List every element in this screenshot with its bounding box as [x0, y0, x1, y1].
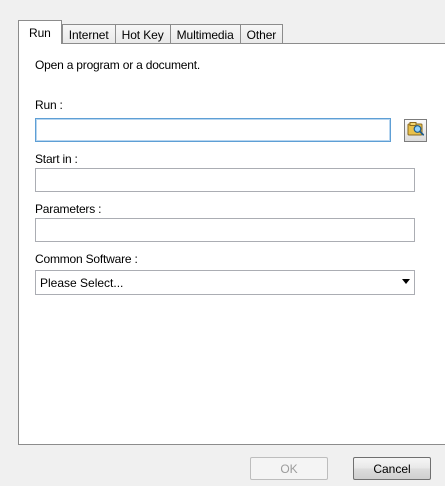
chevron-down-icon	[402, 279, 410, 284]
run-label: Run :	[35, 98, 63, 112]
folder-search-icon	[407, 121, 425, 140]
tab-other[interactable]: Other	[239, 24, 284, 44]
start-in-label: Start in :	[35, 152, 78, 166]
parameters-label: Parameters :	[35, 202, 102, 216]
tab-strip: Run Internet Hot Key Multimedia Other	[18, 20, 284, 45]
run-settings-dialog: Run Internet Hot Key Multimedia Other Op…	[0, 0, 445, 486]
common-software-selected-value: Please Select...	[40, 275, 124, 290]
cancel-button[interactable]: Cancel	[353, 457, 431, 480]
browse-button[interactable]	[404, 119, 427, 142]
common-software-label: Common Software :	[35, 252, 138, 266]
ok-button[interactable]: OK	[250, 457, 328, 480]
common-software-select[interactable]: Please Select...	[35, 270, 415, 295]
run-tab-panel: Open a program or a document. Run : Star…	[18, 43, 445, 445]
run-input[interactable]	[35, 118, 391, 142]
tab-hot-key[interactable]: Hot Key	[114, 24, 171, 44]
panel-description: Open a program or a document.	[35, 58, 200, 72]
parameters-input[interactable]	[35, 218, 415, 242]
start-in-input[interactable]	[35, 168, 415, 192]
tab-run[interactable]: Run	[18, 20, 62, 45]
tab-internet[interactable]: Internet	[61, 24, 116, 44]
tab-multimedia[interactable]: Multimedia	[169, 24, 241, 44]
